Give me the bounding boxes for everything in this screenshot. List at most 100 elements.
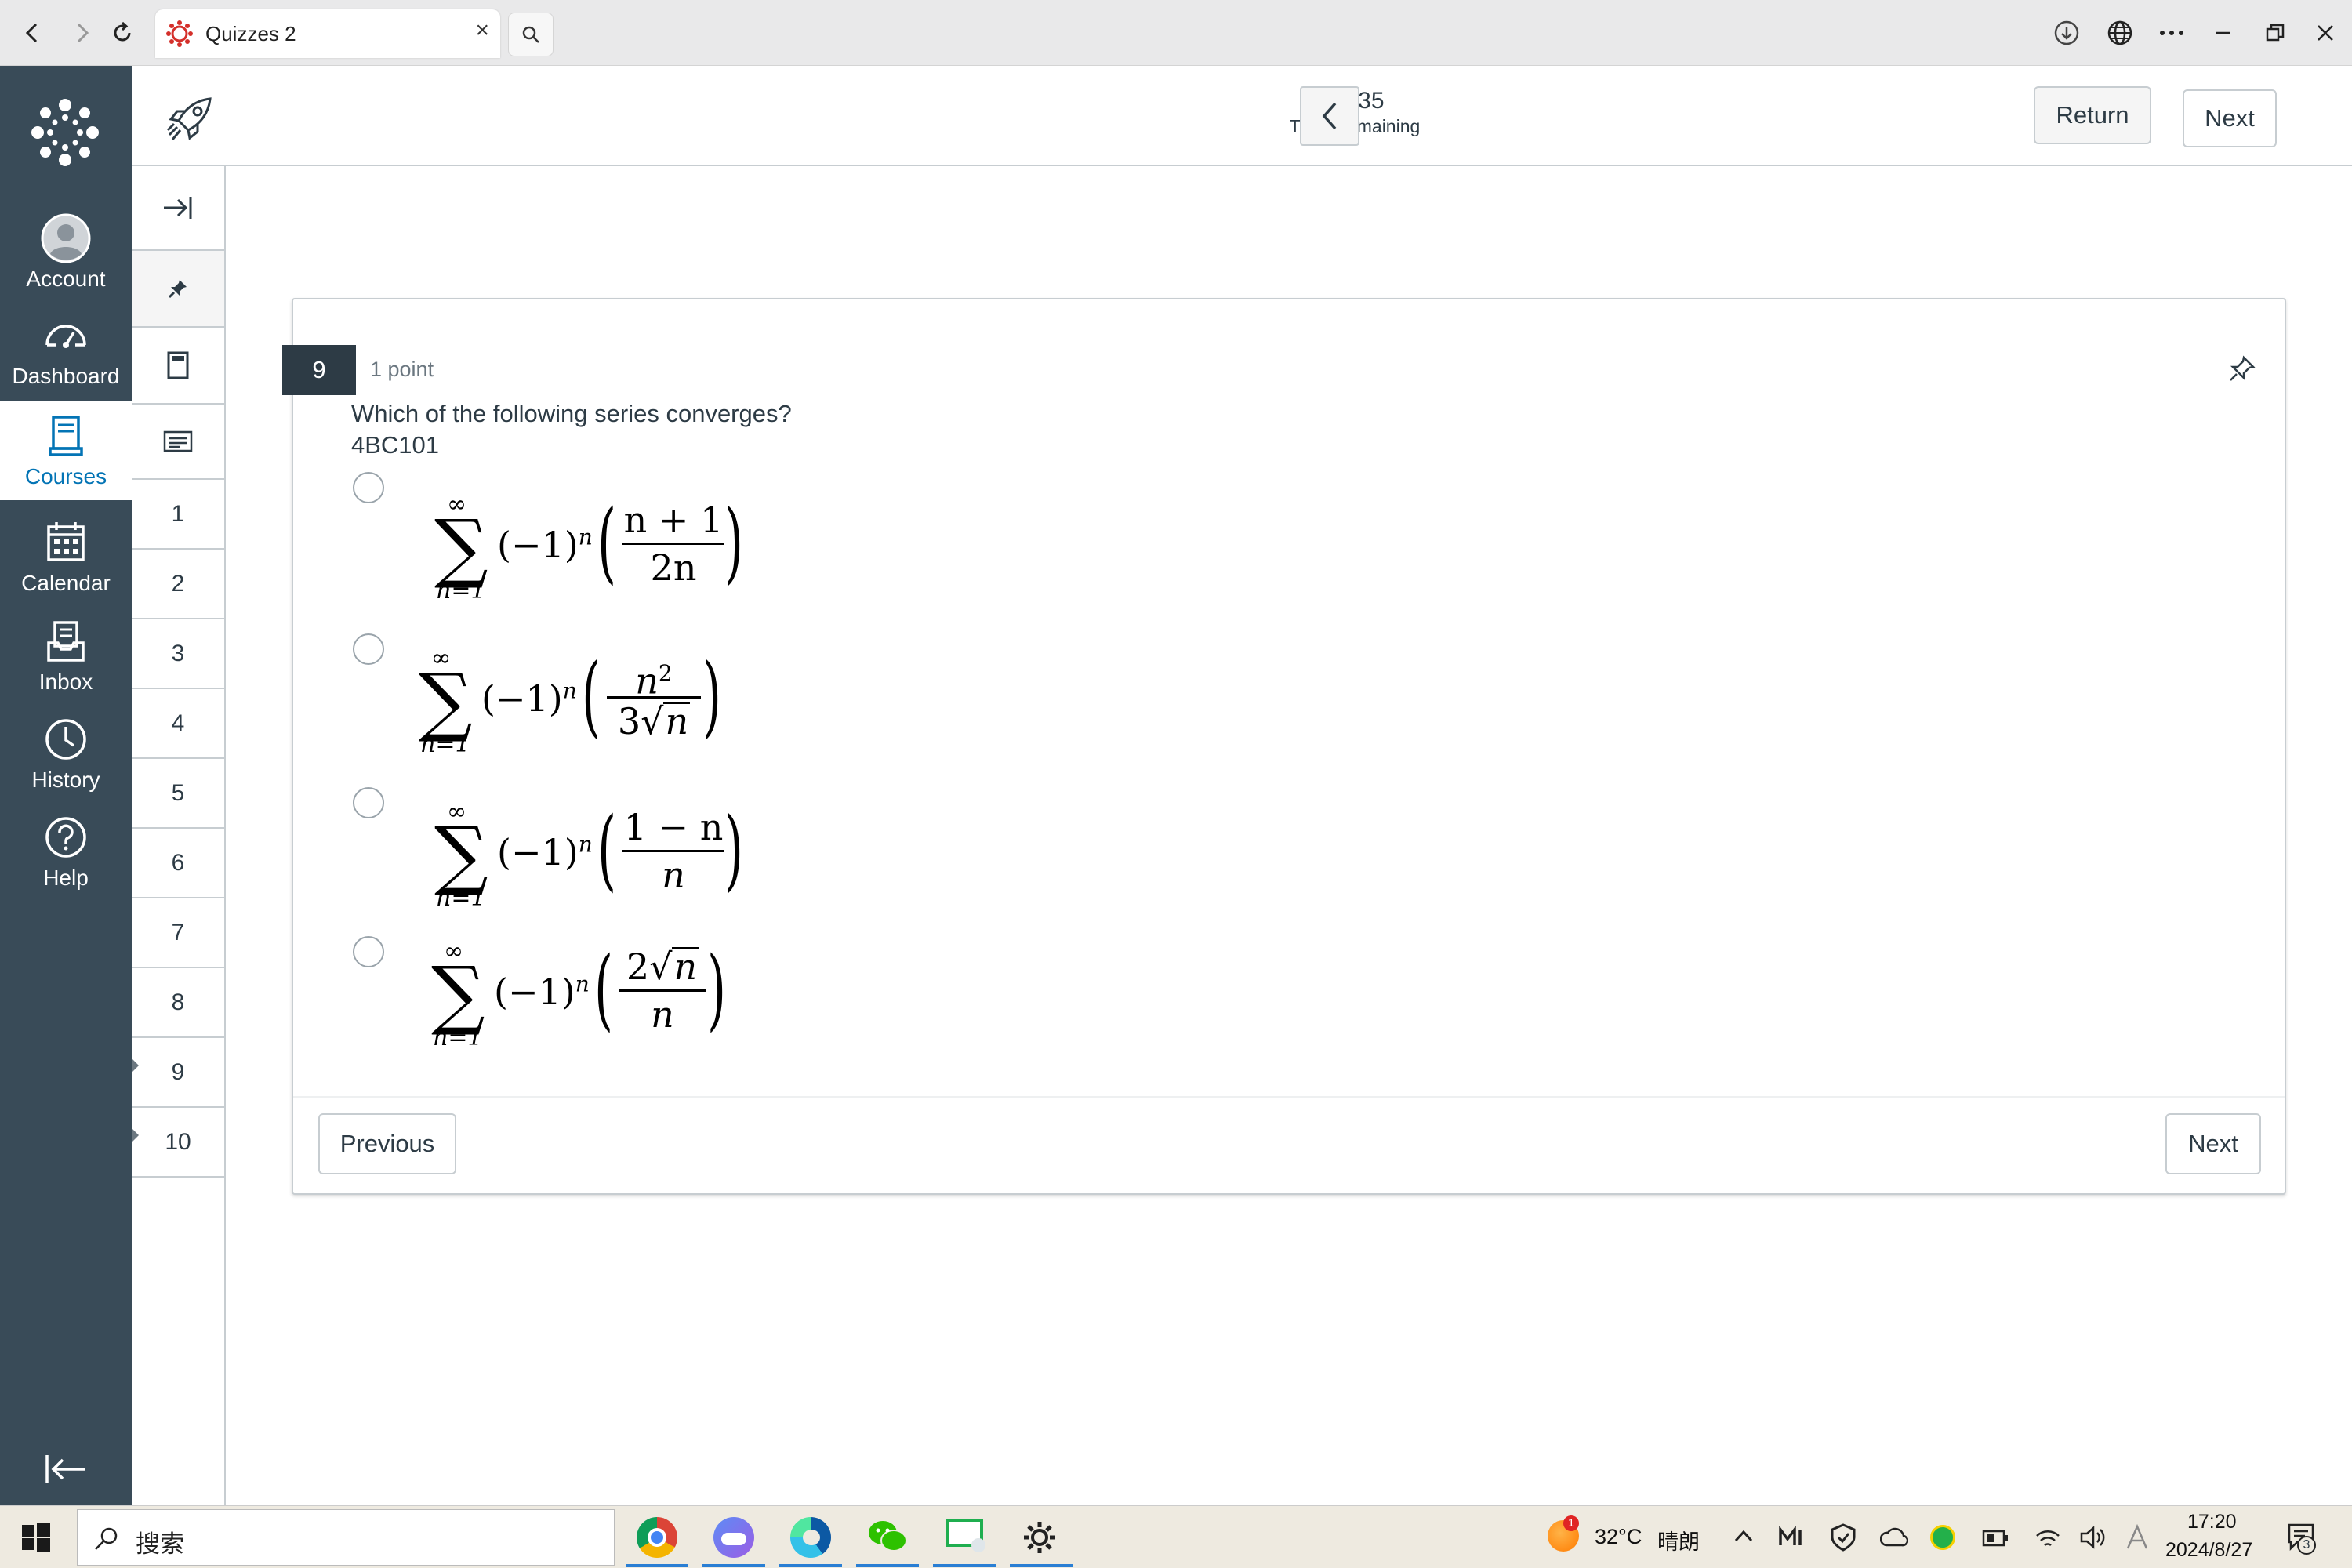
question-link-4[interactable]: 4 [132, 689, 224, 759]
security-shield-icon[interactable] [1830, 1523, 1857, 1552]
fraction: n + 1 2n [622, 497, 724, 590]
globe-icon[interactable] [2101, 14, 2139, 52]
restore-icon[interactable] [2256, 14, 2294, 52]
settings-gear-icon[interactable] [1022, 1520, 1057, 1555]
book-icon [49, 416, 83, 456]
wechat-icon[interactable] [866, 1517, 909, 1556]
denominator-coefficient: 3 [617, 700, 641, 742]
input-method-icon[interactable] [2125, 1523, 2150, 1552]
sigma-symbol: ∑ [431, 950, 485, 1038]
answer-radio-3[interactable] [353, 787, 384, 818]
question-link-3[interactable]: 3 [132, 619, 224, 689]
question-link-6[interactable]: 6 [132, 829, 224, 898]
question-link-1[interactable]: 1 [132, 480, 224, 550]
tray-expand-icon[interactable] [1733, 1528, 1755, 1544]
pinned-questions-button[interactable] [132, 251, 224, 328]
active-app-indicator [626, 1564, 688, 1567]
search-placeholder: 搜索 [136, 1530, 184, 1558]
volume-icon[interactable] [2079, 1525, 2107, 1550]
download-icon[interactable] [2048, 14, 2085, 52]
canvas-logo-icon[interactable] [30, 97, 100, 168]
browser-tab[interactable]: Quizzes 2 × [155, 9, 500, 58]
question-link-5[interactable]: 5 [132, 759, 224, 829]
question-link-7[interactable]: 7 [132, 898, 224, 968]
answered-marker-icon [132, 1128, 139, 1142]
back-icon[interactable] [14, 14, 52, 52]
question-link-10[interactable]: 10 [132, 1108, 224, 1178]
quiz-header: 36:35 Time Remaining Return Next [132, 66, 2352, 166]
cloud-app-icon[interactable] [713, 1517, 754, 1558]
toggle-timer-button[interactable] [1300, 86, 1359, 146]
right-paren: ) [707, 938, 727, 1040]
global-navigation: Account Dashboard Courses Calendar Inbox… [0, 66, 132, 1505]
chrome-icon[interactable] [637, 1517, 677, 1558]
answer-option-3: ∞ ∑ n=1 (−1)n ( 1 − n n ) [431, 798, 760, 919]
base-text: (−1) [494, 971, 575, 1013]
nav-calendar[interactable]: Calendar [0, 508, 132, 605]
answer-radio-4[interactable] [353, 936, 384, 967]
sigma-symbol: ∑ [434, 811, 488, 898]
vpn-icon[interactable] [1930, 1525, 1955, 1550]
minimize-icon[interactable] [2205, 14, 2242, 52]
help-icon [45, 817, 86, 858]
taskbar-search[interactable]: 搜索 [77, 1509, 615, 1566]
close-window-icon[interactable] [2307, 14, 2344, 52]
base-text: (−1) [497, 524, 579, 566]
question-link-2[interactable]: 2 [132, 550, 224, 619]
header-next-button[interactable]: Next [2183, 89, 2277, 147]
sigma-symbol: ∑ [419, 657, 473, 745]
denominator: n [651, 993, 674, 1036]
sign-factor: (−1)n [497, 831, 593, 873]
expand-panel-button[interactable] [132, 166, 224, 251]
sign-factor: (−1)n [481, 677, 577, 720]
answer-radio-1[interactable] [353, 472, 384, 503]
wifi-icon[interactable] [2034, 1525, 2062, 1550]
screen-share-icon[interactable] [944, 1517, 988, 1556]
avatar-icon [41, 213, 91, 263]
collapse-nav-icon[interactable] [44, 1454, 88, 1485]
nav-history[interactable]: History [0, 705, 132, 802]
notes-button[interactable] [132, 405, 224, 480]
more-icon[interactable] [2153, 14, 2190, 52]
active-app-indicator [779, 1564, 842, 1567]
answer-option-1: ∞ ∑ n=1 (−1)n ( n + 1 2n ) [431, 491, 760, 612]
nav-dashboard-label: Dashboard [12, 364, 120, 388]
battery-icon[interactable] [1982, 1530, 2009, 1547]
search-icon[interactable] [508, 13, 554, 56]
question-code: 4BC101 [351, 431, 440, 459]
return-button[interactable]: Return [2034, 86, 2151, 144]
question-number: 9 [282, 345, 356, 395]
tray-app-icon[interactable] [1778, 1526, 1806, 1548]
forward-icon[interactable] [63, 14, 100, 52]
nav-dashboard[interactable]: Dashboard [0, 301, 132, 398]
active-app-indicator [702, 1564, 765, 1567]
next-button[interactable]: Next [2165, 1113, 2261, 1174]
question-link-8[interactable]: 8 [132, 968, 224, 1038]
answer-radio-2[interactable] [353, 633, 384, 665]
cloud-sync-icon[interactable] [1880, 1525, 1908, 1550]
fraction: 1 − n n [622, 804, 724, 898]
sum-lower-limit: n=1 [420, 731, 470, 758]
nav-history-label: History [31, 768, 100, 792]
edge-icon[interactable] [790, 1517, 831, 1558]
search-icon [95, 1527, 118, 1550]
windows-start-icon[interactable] [22, 1523, 50, 1552]
nav-account[interactable]: Account [0, 204, 132, 301]
canvas-favicon-icon [166, 20, 193, 47]
exponent-text: n [562, 677, 577, 704]
close-tab-icon[interactable]: × [475, 17, 489, 44]
question-link-9[interactable]: 9 [132, 1038, 224, 1108]
numerator: n2 [607, 651, 701, 702]
nav-courses[interactable]: Courses [0, 401, 132, 500]
previous-button[interactable]: Previous [318, 1113, 456, 1174]
clock-date[interactable]: 2024/8/27 [2165, 1539, 2252, 1562]
refresh-icon[interactable] [103, 14, 141, 52]
nav-inbox[interactable]: Inbox [0, 607, 132, 704]
calculator-button[interactable] [132, 328, 224, 405]
nav-help[interactable]: Help [0, 803, 132, 900]
clock-time[interactable]: 17:20 [2187, 1511, 2237, 1534]
left-paren: ( [597, 492, 617, 593]
pin-question-icon[interactable] [2228, 354, 2256, 383]
notes-icon [163, 430, 193, 452]
sum-lower-limit: n=1 [436, 884, 486, 912]
